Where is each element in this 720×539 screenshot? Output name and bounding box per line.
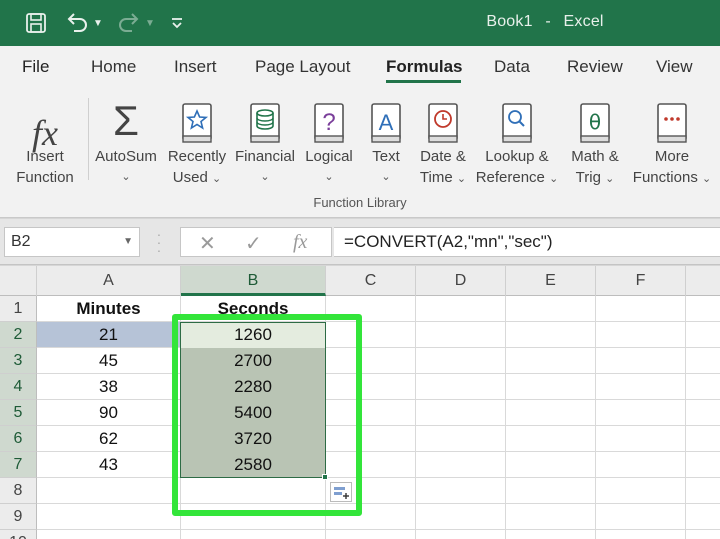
select-all-corner[interactable]: [0, 266, 37, 296]
column-header-b[interactable]: B: [181, 266, 326, 296]
date-time-button[interactable]: Date & Time ⌄: [414, 88, 472, 198]
column-header-e[interactable]: E: [506, 266, 596, 296]
autosum-button[interactable]: Σ AutoSum ⌄: [92, 88, 160, 198]
row-header-8[interactable]: 8: [0, 478, 37, 504]
column-headers: A B C D E F: [0, 266, 720, 296]
more-book-icon: [628, 88, 716, 146]
formula-bar-buttons: ✕ ✓ fx: [180, 227, 332, 257]
ribbon-tabs: File Home Insert Page Layout Formulas Da…: [0, 46, 720, 88]
quick-analysis-icon[interactable]: [330, 482, 352, 502]
cell-a3[interactable]: 45: [37, 348, 180, 374]
cell-a4[interactable]: 38: [37, 374, 180, 400]
function-library-label: Function Library: [313, 195, 407, 210]
row-header-2[interactable]: 2: [0, 322, 37, 348]
cell-a7[interactable]: 43: [37, 452, 180, 478]
column-header-a[interactable]: A: [37, 266, 181, 296]
row-header-6[interactable]: 6: [0, 426, 37, 452]
financial-button[interactable]: Financial ⌄: [232, 88, 298, 198]
worksheet-grid[interactable]: A B C D E F 1 2 3 4 5 6 7 8 9 10: [0, 266, 720, 539]
cancel-icon[interactable]: ✕: [199, 231, 216, 256]
svg-text:θ: θ: [589, 110, 601, 134]
title-bar: ▼ ▼ Book1 - Excel: [0, 0, 720, 46]
formula-input[interactable]: =CONVERT(A2,"mn","sec"): [334, 227, 720, 257]
enter-icon[interactable]: ✓: [245, 231, 262, 256]
tab-view[interactable]: View: [656, 57, 693, 77]
gridline: [505, 296, 506, 539]
excel-window: ▼ ▼ Book1 - Excel File Home Insert Page …: [0, 0, 720, 539]
insert-function-icon[interactable]: fx: [293, 231, 307, 254]
row-header-5[interactable]: 5: [0, 400, 37, 426]
row-header-1[interactable]: 1: [0, 296, 37, 322]
text-book-icon: A: [360, 88, 412, 146]
svg-text:A: A: [379, 110, 394, 135]
column-header-f[interactable]: F: [596, 266, 686, 296]
column-header-c[interactable]: C: [326, 266, 416, 296]
cell-a2[interactable]: 21: [37, 322, 180, 348]
coins-book-icon: [232, 88, 298, 146]
tab-page-layout[interactable]: Page Layout: [255, 57, 350, 77]
tab-data[interactable]: Data: [494, 57, 530, 77]
clock-book-icon: [414, 88, 472, 146]
lookup-reference-button[interactable]: Lookup & Reference ⌄: [474, 88, 560, 198]
chevron-down-icon[interactable]: ▼: [123, 236, 133, 247]
cell-a1[interactable]: Minutes: [37, 296, 180, 322]
math-trig-button[interactable]: θ Math & Trig ⌄: [564, 88, 626, 198]
ribbon-separator: [88, 98, 89, 180]
column-header-d[interactable]: D: [416, 266, 506, 296]
svg-text:?: ?: [322, 109, 335, 136]
theta-book-icon: θ: [564, 88, 626, 146]
gridline: [415, 296, 416, 539]
magnifier-book-icon: [474, 88, 560, 146]
fx-icon: fx: [32, 113, 58, 153]
row-header-10[interactable]: 10: [0, 530, 37, 539]
gridline: [37, 503, 720, 504]
ribbon-function-library: fx Insert Function Σ AutoSum ⌄ Recently …: [0, 88, 720, 218]
star-book-icon: [164, 88, 230, 146]
more-functions-button[interactable]: More Functions ⌄: [628, 88, 716, 198]
name-box[interactable]: B2 ▼: [4, 227, 140, 257]
formula-bar: B2 ▼ · · · ✕ ✓ fx =CONVERT(A2,"mn","sec"): [0, 219, 720, 265]
window-title: Book1 - Excel: [486, 13, 604, 30]
cell-a5[interactable]: 90: [37, 400, 180, 426]
question-book-icon: ?: [300, 88, 358, 146]
tab-formulas[interactable]: Formulas: [386, 57, 463, 77]
insert-function-button[interactable]: fx Insert Function: [6, 88, 84, 198]
tab-review[interactable]: Review: [567, 57, 623, 77]
tab-insert[interactable]: Insert: [174, 57, 217, 77]
row-header-3[interactable]: 3: [0, 348, 37, 374]
sigma-icon: Σ: [113, 97, 139, 144]
cell-a6[interactable]: 62: [37, 426, 180, 452]
text-button[interactable]: A Text ⌄: [360, 88, 412, 198]
row-header-7[interactable]: 7: [0, 452, 37, 478]
row-header-9[interactable]: 9: [0, 504, 37, 530]
gridline: [37, 529, 720, 530]
active-tab-indicator: [386, 80, 461, 83]
tab-home[interactable]: Home: [91, 57, 136, 77]
gridline: [595, 296, 596, 539]
logical-button[interactable]: ? Logical ⌄: [300, 88, 358, 198]
tab-file[interactable]: File: [22, 57, 49, 77]
gridline: [685, 296, 686, 539]
recently-used-button[interactable]: Recently Used ⌄: [164, 88, 230, 198]
formula-bar-resize-handle[interactable]: · · ·: [155, 227, 163, 257]
row-header-4[interactable]: 4: [0, 374, 37, 400]
